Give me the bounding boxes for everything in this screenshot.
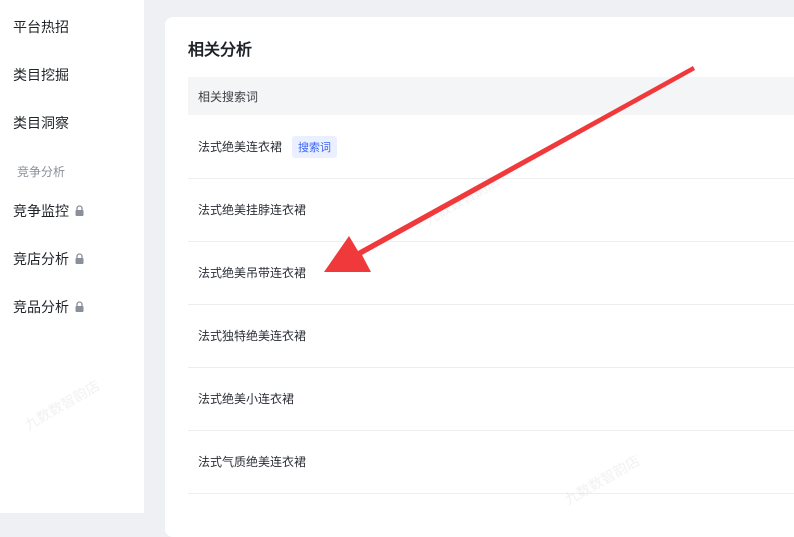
keyword-cell: 法式绝美吊带连衣裙 xyxy=(198,266,307,280)
sidebar: 平台热招 类目挖掘 类目洞察 竞争分析 竞争监控 竞店分析 竞品分析 xyxy=(0,0,144,513)
sidebar-item-label: 竞争监控 xyxy=(13,204,69,220)
keyword-cell: 法式绝美小连衣裙 xyxy=(198,392,295,406)
sidebar-item-label: 类目挖掘 xyxy=(13,68,69,84)
sidebar-item-platform-hot[interactable]: 平台热招 xyxy=(13,17,69,37)
sidebar-item-label: 类目洞察 xyxy=(13,116,69,132)
keyword-cell: 法式气质绝美连衣裙 xyxy=(198,455,307,469)
lock-icon xyxy=(74,205,85,217)
sidebar-item-competitor-store[interactable]: 竞店分析 xyxy=(13,249,85,269)
related-analysis-card: 相关分析 相关搜索词 法式绝美连衣裙 搜索词 法式绝美挂脖连衣裙 法式绝美吊带连… xyxy=(165,17,794,537)
keyword-cell: 法式绝美连衣裙 xyxy=(198,140,283,154)
table-row[interactable]: 法式绝美挂脖连衣裙 xyxy=(188,178,794,242)
sidebar-group-label: 竞争分析 xyxy=(17,165,66,179)
keyword-cell: 法式绝美挂脖连衣裙 xyxy=(198,203,307,217)
sidebar-item-competitor-product[interactable]: 竞品分析 xyxy=(13,297,85,317)
table-header: 相关搜索词 xyxy=(188,77,794,115)
lock-icon xyxy=(74,301,85,313)
card-title: 相关分析 xyxy=(188,40,253,59)
search-term-badge: 搜索词 xyxy=(292,135,338,158)
sidebar-item-label: 平台热招 xyxy=(13,20,69,36)
table-row[interactable]: 法式绝美连衣裙 搜索词 xyxy=(188,115,794,179)
sidebar-item-label: 竞品分析 xyxy=(13,300,69,316)
table-row[interactable]: 法式独特绝美连衣裙 xyxy=(188,304,794,368)
table-row[interactable]: 法式绝美小连衣裙 xyxy=(188,367,794,431)
sidebar-item-category-insight[interactable]: 类目洞察 xyxy=(13,113,69,133)
table-row[interactable]: 法式气质绝美连衣裙 xyxy=(188,430,794,494)
sidebar-item-category-mining[interactable]: 类目挖掘 xyxy=(13,65,69,85)
sidebar-item-competition-monitor[interactable]: 竞争监控 xyxy=(13,201,85,221)
table-row[interactable]: 法式绝美吊带连衣裙 xyxy=(188,241,794,305)
keyword-cell: 法式独特绝美连衣裙 xyxy=(198,329,307,343)
column-header-related-search-term: 相关搜索词 xyxy=(198,89,259,104)
lock-icon xyxy=(74,253,85,265)
sidebar-item-label: 竞店分析 xyxy=(13,252,69,268)
